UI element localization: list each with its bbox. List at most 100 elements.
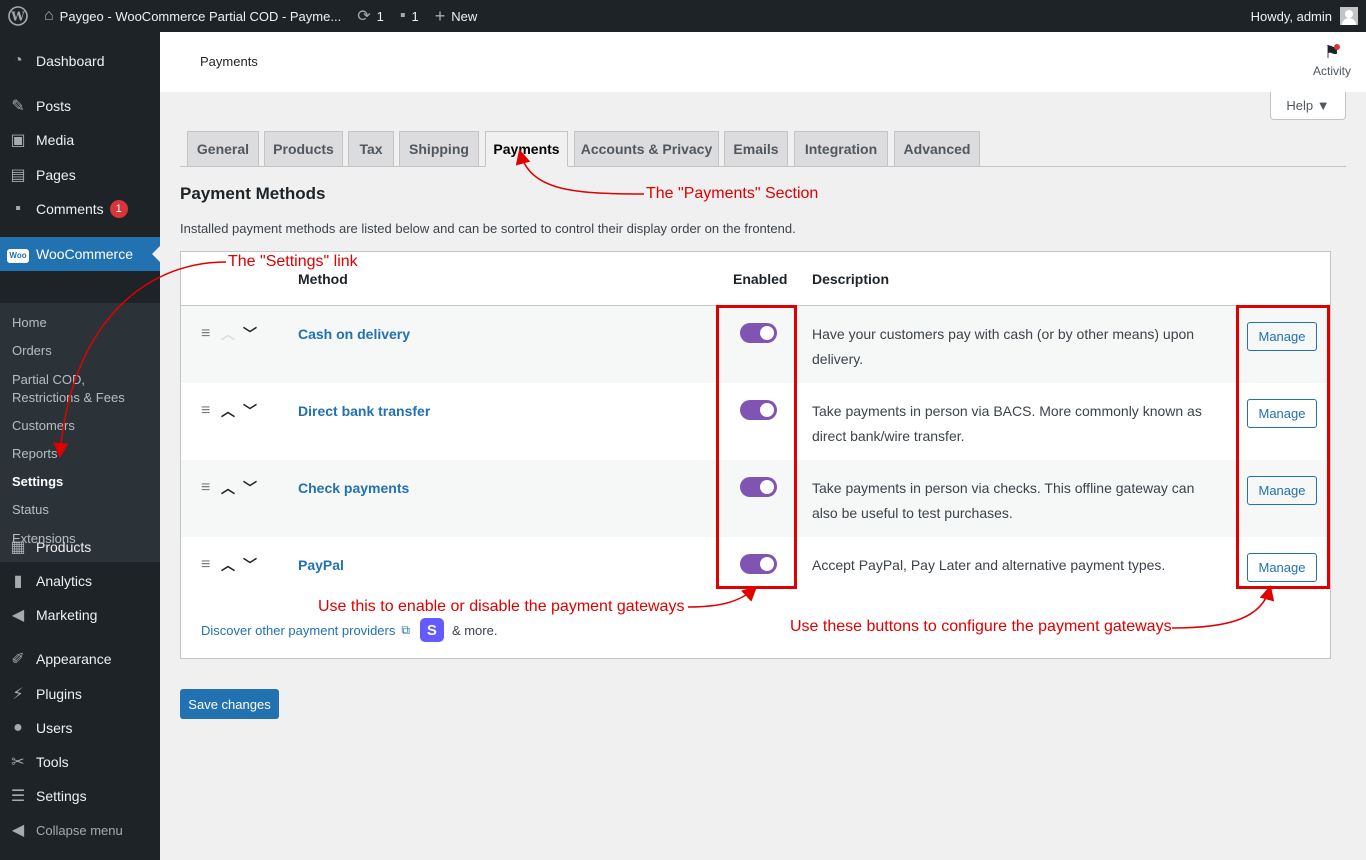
sidebar-item-woocommerce[interactable]: Woo WooCommerce	[0, 237, 160, 271]
tab-general[interactable]: General	[187, 131, 259, 167]
tab-shipping[interactable]: Shipping	[399, 131, 479, 167]
chevron-up-icon[interactable]: ︿	[217, 401, 239, 421]
gateway-name-link[interactable]: Direct bank transfer	[298, 403, 430, 419]
drag-handle-icon[interactable]: ≡	[201, 325, 217, 343]
stripe-logo-icon: S	[419, 618, 444, 642]
sidebar-item-dashboard[interactable]: ◔ Dashboard	[0, 44, 160, 78]
sidebar-item-plugins[interactable]: ⚡ Plugins	[0, 677, 160, 711]
chevron-down-icon[interactable]: ﹀	[239, 401, 261, 421]
sidebar-item-label: Dashboard	[36, 53, 105, 69]
activity-button[interactable]: ⚑ Activity	[1306, 42, 1358, 78]
chevron-up-icon[interactable]: ︿	[217, 478, 239, 498]
external-link-icon: ⧉	[401, 622, 410, 637]
updates-link[interactable]: ⟳ 1	[349, 0, 392, 32]
chevron-down-icon[interactable]: ﹀	[239, 324, 261, 344]
sidebar-item-label: Plugins	[36, 686, 82, 702]
submenu-home[interactable]: Home	[12, 314, 47, 332]
sliders-icon: ☰	[10, 788, 26, 805]
sort-controls: ≡ ︿ ﹀	[201, 555, 261, 575]
tab-accounts-privacy[interactable]: Accounts & Privacy	[574, 131, 719, 167]
discover-more-text: & more.	[451, 622, 498, 638]
collapse-menu-button[interactable]: ◀ Collapse menu	[0, 813, 160, 847]
sidebar-item-appearance[interactable]: ✐ Appearance	[0, 642, 160, 676]
wrench-icon: ✂	[11, 754, 25, 771]
page-header: Payments ⚑ Activity	[160, 32, 1366, 92]
submenu-reports[interactable]: Reports	[12, 445, 58, 463]
section-title: Payment Methods	[180, 184, 326, 203]
admin-sidebar: Home Orders Partial COD, Restrictions & …	[0, 32, 160, 860]
new-content-link[interactable]: + New	[427, 0, 486, 32]
submenu-customers[interactable]: Customers	[12, 417, 75, 435]
drag-handle-icon[interactable]: ≡	[201, 402, 217, 420]
gateway-description: Accept PayPal, Pay Later and alternative…	[812, 557, 1166, 573]
help-button[interactable]: Help ▼	[1270, 92, 1346, 120]
account-menu[interactable]: Howdy, admin	[1243, 0, 1366, 32]
chevron-down-icon[interactable]: ﹀	[239, 555, 261, 575]
sidebar-item-products[interactable]: ▦ Products	[0, 530, 160, 564]
sidebar-item-label: WooCommerce	[36, 246, 133, 262]
notification-dot	[1334, 44, 1340, 50]
manage-column-highlight	[1236, 305, 1330, 589]
wordpress-logo-icon[interactable]: W	[0, 0, 36, 32]
sidebar-item-marketing[interactable]: ◀ Marketing	[0, 598, 160, 632]
sidebar-item-label: Media	[36, 132, 75, 148]
site-name-link[interactable]: ⌂ Paygeo - WooCommerce Partial COD - Pay…	[36, 0, 349, 32]
sidebar-item-label: Users	[36, 720, 73, 736]
column-header-method: Method	[298, 271, 348, 287]
tab-integration[interactable]: Integration	[794, 131, 888, 167]
tab-tax[interactable]: Tax	[348, 131, 394, 167]
comments-link[interactable]: ▪ 1	[392, 0, 427, 32]
plus-icon: +	[434, 5, 446, 26]
sidebar-item-comments[interactable]: ▪ Comments 1	[0, 192, 160, 226]
woocommerce-submenu: Home Orders Partial COD, Restrictions & …	[0, 303, 160, 562]
comment-icon: ▪	[399, 7, 406, 24]
sidebar-item-label: Settings	[36, 788, 87, 804]
sidebar-item-media[interactable]: ▣ Media	[0, 123, 160, 157]
submenu-status[interactable]: Status	[12, 501, 49, 519]
column-header-enabled: Enabled	[733, 271, 788, 287]
sidebar-item-settings[interactable]: ☰ Settings	[0, 779, 160, 813]
sidebar-item-label: Marketing	[36, 607, 98, 623]
drag-handle-icon[interactable]: ≡	[201, 479, 217, 497]
chevron-up-icon[interactable]: ︿	[217, 555, 239, 575]
discover-providers: Discover other payment providers ⧉ S & m…	[201, 618, 497, 642]
sort-controls: ≡ ︿ ﹀	[201, 478, 261, 498]
submenu-settings[interactable]: Settings	[12, 473, 63, 491]
save-changes-button[interactable]: Save changes	[180, 689, 279, 719]
drag-handle-icon[interactable]: ≡	[201, 556, 217, 574]
tab-advanced[interactable]: Advanced	[894, 131, 980, 167]
bar-chart-icon: ▮	[13, 573, 23, 590]
sidebar-item-users[interactable]: ● Users	[0, 711, 160, 745]
sidebar-item-label: Comments	[36, 201, 104, 217]
submenu-partial-cod[interactable]: Partial COD, Restrictions & Fees	[12, 371, 125, 407]
gateway-name-link[interactable]: Check payments	[298, 480, 409, 496]
megaphone-icon: ◀	[11, 607, 25, 624]
chevron-up-icon[interactable]: ︿	[217, 324, 239, 344]
gateway-name-link[interactable]: Cash on delivery	[298, 326, 410, 342]
sidebar-item-tools[interactable]: ✂ Tools	[0, 745, 160, 779]
sidebar-item-label: Products	[36, 539, 92, 555]
annotation-toggle-note: Use this to enable or disable the paymen…	[318, 598, 685, 615]
comments-count: 1	[411, 8, 419, 24]
brush-icon: ✐	[11, 651, 25, 668]
sidebar-item-label: Collapse menu	[36, 822, 123, 838]
sidebar-item-posts[interactable]: ✎ Posts	[0, 89, 160, 123]
sidebar-item-label: Pages	[36, 167, 76, 183]
home-icon: ⌂	[44, 7, 54, 24]
discover-providers-link[interactable]: Discover other payment providers	[201, 623, 395, 638]
gateway-description: Take payments in person via BACS. More c…	[812, 403, 1202, 444]
tab-products[interactable]: Products	[264, 131, 343, 167]
sort-controls: ≡ ︿ ﹀	[201, 401, 261, 421]
gateway-name-link[interactable]: PayPal	[298, 557, 344, 573]
tab-payments[interactable]: Payments	[485, 131, 568, 167]
sidebar-item-pages[interactable]: ▤ Pages	[0, 158, 160, 192]
gateway-description: Have your customers pay with cash (or by…	[812, 326, 1195, 367]
svg-text:W: W	[10, 10, 25, 24]
tab-emails[interactable]: Emails	[724, 131, 788, 167]
chevron-down-icon[interactable]: ﹀	[239, 478, 261, 498]
submenu-orders[interactable]: Orders	[12, 342, 52, 360]
avatar	[1340, 7, 1358, 25]
page-title: Payments	[200, 54, 258, 69]
sidebar-item-analytics[interactable]: ▮ Analytics	[0, 564, 160, 598]
comment-icon: ▪	[15, 200, 21, 217]
